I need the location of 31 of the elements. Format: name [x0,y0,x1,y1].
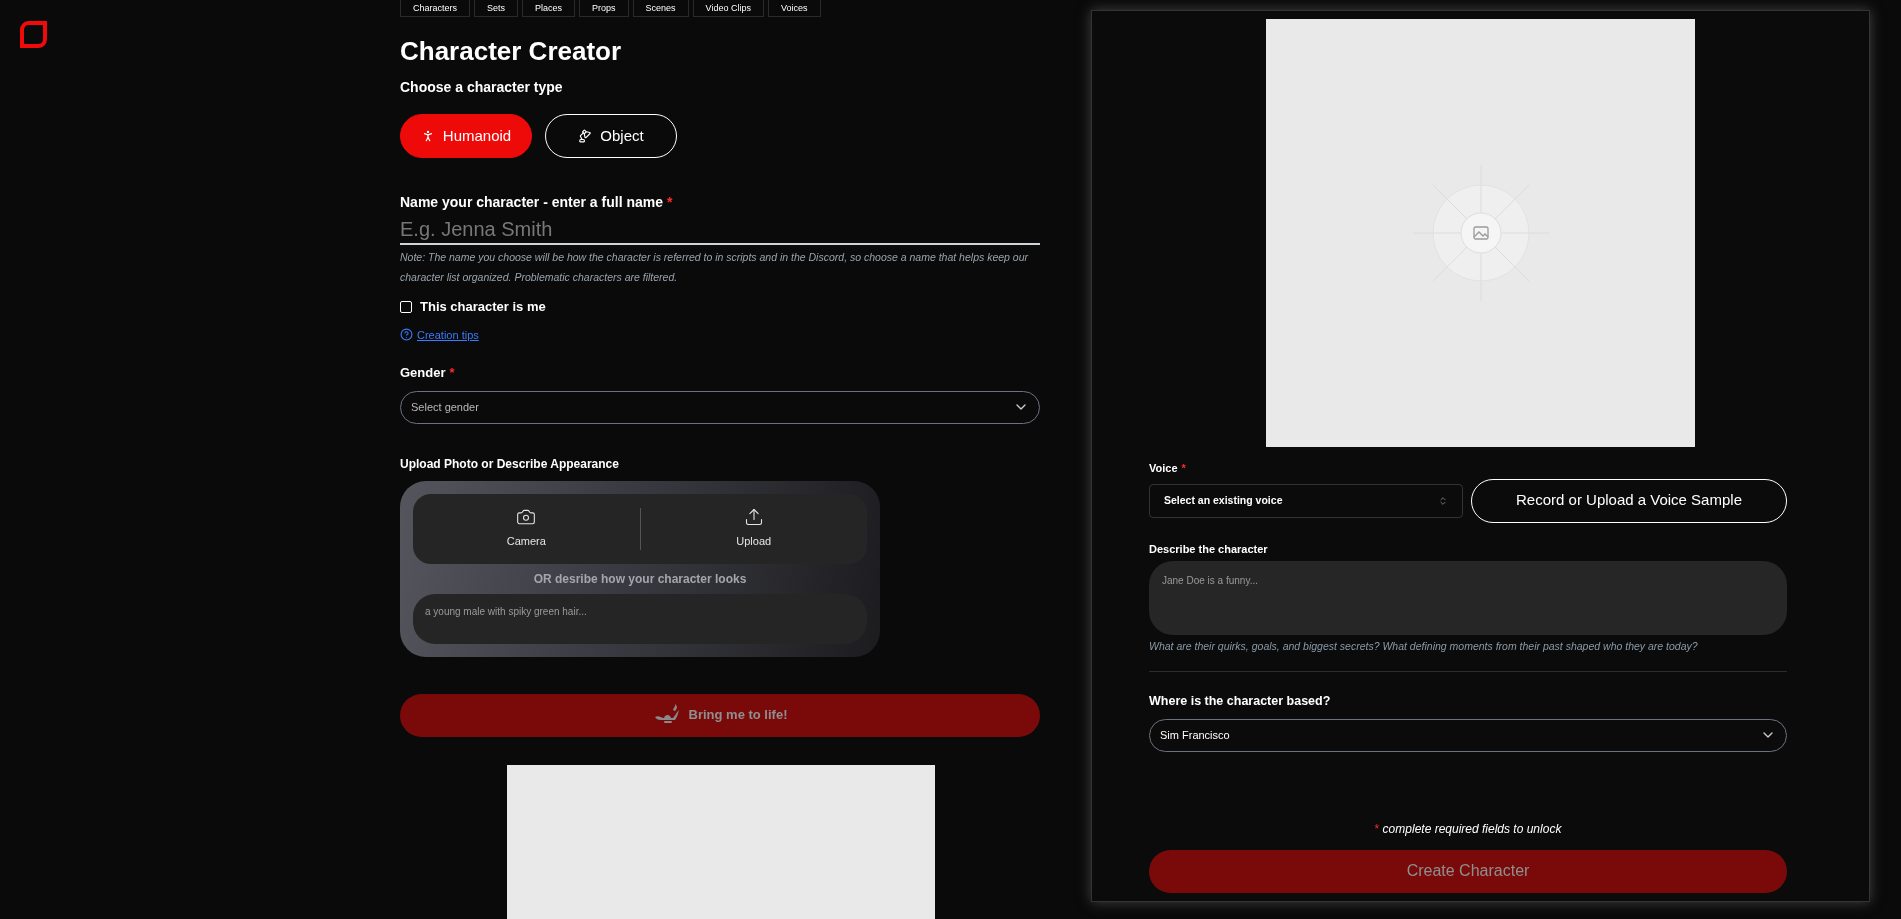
media-action-button[interactable]: Upload [640,493,867,564]
field-hint: What are their quirks, goals, and biggest secrets? What defining moments from their past shaped who they are today? [1149,639,1699,654]
field-label: Voice * [1149,461,1187,476]
field-label: Describe the character [1149,541,1269,557]
required-note: * complete required fields to unlock [1373,820,1563,838]
nav-tab[interactable]: Video Clips [692,0,764,17]
required-mark: * [667,194,673,210]
media-action-button[interactable]: Camera [413,493,640,564]
field-note: Note: The name you choose will be how the character is referred to in scripts and in the Discord, so choose a name that helps keep our character list organized. Problematic characters are filtered. [400,250,1030,285]
field-label: Where is the character based? [1149,692,1332,710]
name-input[interactable]: E.g. Jenna Smith [400,215,1040,245]
type-option[interactable]: Humanoid [400,114,532,158]
field-label: Gender * [400,364,456,382]
nav-tab[interactable]: Sets [474,0,519,17]
nav-tab[interactable]: Scenes [632,0,689,17]
nav-tab[interactable]: Places [522,0,576,17]
appearance-input[interactable]: a young male with spiky green hair... [413,593,867,644]
nav-tab[interactable]: Props [579,0,629,17]
or-text: OR desribe how your character looks [532,570,748,588]
voice-select[interactable]: Select an existing voice [1149,483,1463,518]
page-title: Character Creator [400,35,623,67]
field-label: Name your character - enter a full name * [400,193,674,212]
checkbox-label: This character is me [420,298,546,316]
nav-tab[interactable]: Characters [400,0,470,17]
required-mark: * [1181,462,1186,474]
section-label: Choose a character type [400,78,564,97]
required-mark: * [449,365,455,380]
creation-tips-link[interactable]: Creation tips [417,326,479,343]
description-input[interactable]: Jane Doe is a funny... [1149,561,1787,635]
nav-tab[interactable]: Voices [767,0,821,17]
section-label: Upload Photo or Describe Appearance [400,455,620,473]
